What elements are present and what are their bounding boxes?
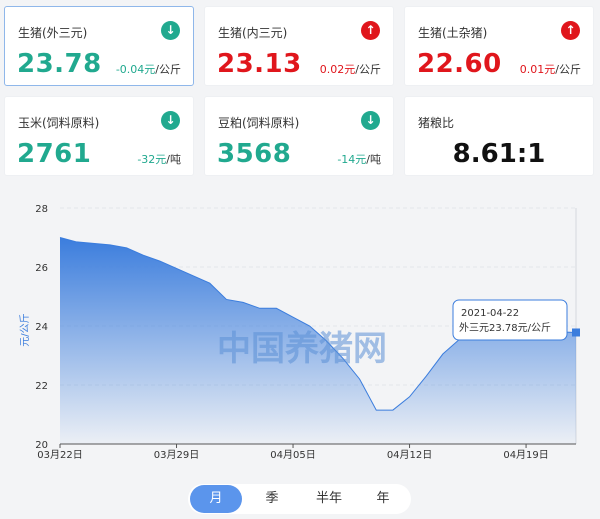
change-unit: /公斤 xyxy=(555,63,581,76)
change-value: -14元 xyxy=(337,153,367,166)
card-price: 22.60 xyxy=(417,49,502,79)
tab-month[interactable]: 月 xyxy=(190,485,242,513)
card-change: 0.01元/公斤 xyxy=(520,61,581,77)
arrow-down-circle-icon: ↓ xyxy=(161,21,180,40)
arrow-down-circle-icon: ↓ xyxy=(161,111,180,130)
y-tick-label: 24 xyxy=(35,322,48,333)
tooltip-box xyxy=(452,299,568,341)
card-corn[interactable]: 玉米(饲料原料) ↓ 2761 -32元/吨 xyxy=(4,96,194,176)
price-chart[interactable]: 20 22 24 26 28 03月22日 03月29日 04月05日 04月12日 04月19日… xyxy=(0,192,600,472)
card-price: 3568 xyxy=(217,139,292,169)
card-name: 玉米(饲料原料) xyxy=(18,116,100,130)
change-unit: /公斤 xyxy=(155,63,181,76)
chart-watermark: 中国养猪网 xyxy=(217,329,387,369)
change-value: 0.01元 xyxy=(519,63,556,76)
tab-half-year[interactable]: 半年 xyxy=(301,485,357,513)
card-tuzazhu[interactable]: 生猪(土杂猪) ↑ 22.60 0.01元/公斤 xyxy=(404,6,594,86)
arrow-down-circle-icon: ↓ xyxy=(361,111,380,130)
change-unit: /公斤 xyxy=(355,63,381,76)
card-name: 生猪(外三元) xyxy=(18,26,88,40)
y-tick-label: 22 xyxy=(35,381,48,392)
change-value: -0.04元 xyxy=(115,63,156,76)
card-soymeal[interactable]: 豆粕(饲料原料) ↓ 3568 -14元/吨 xyxy=(204,96,394,176)
y-tick-label: 26 xyxy=(35,263,48,274)
price-chart-svg: 202224262803月22日 03月29日 04月05日 04月12日 04月19日… xyxy=(19,204,580,461)
card-change: -32元/吨 xyxy=(137,151,181,167)
arrow-up-circle-icon: ↑ xyxy=(361,21,380,40)
card-name: 生猪(土杂猪) xyxy=(418,26,488,40)
card-name: 猪粮比 xyxy=(418,116,455,130)
data-point-marker xyxy=(572,328,580,337)
x-tick-label: 03月22日 xyxy=(37,449,82,461)
arrow-up-circle-icon: ↑ xyxy=(561,21,580,40)
card-change: -14元/吨 xyxy=(337,151,381,167)
x-tick-label: 04月12日 xyxy=(387,449,432,461)
card-waisanyuan[interactable]: 生猪(外三元) ↓ 23.78 -0.04元/公斤 xyxy=(4,6,194,86)
card-name: 豆粕(饲料原料) xyxy=(218,116,300,130)
change-value: -32元 xyxy=(137,153,167,166)
card-price: 23.13 xyxy=(217,49,302,79)
tab-quarter[interactable]: 季 xyxy=(246,485,298,513)
change-value: 0.02元 xyxy=(319,63,356,76)
tab-year[interactable]: 年 xyxy=(358,485,408,513)
card-change: -0.04元/公斤 xyxy=(116,61,181,77)
card-change: 0.02元/公斤 xyxy=(320,61,381,77)
card-neisanyuan[interactable]: 生猪(内三元) ↑ 23.13 0.02元/公斤 xyxy=(204,6,394,86)
x-tick-label: 04月05日 xyxy=(270,449,315,461)
x-tick-label: 03月29日 xyxy=(154,449,199,461)
y-axis-label: 元/公斤 xyxy=(19,313,31,346)
card-price: 2761 xyxy=(17,139,92,169)
x-tick-label: 04月19日 xyxy=(503,449,548,461)
change-unit: /吨 xyxy=(166,153,181,166)
tooltip-date: 2021-04-22 xyxy=(461,308,519,319)
card-name: 生猪(内三元) xyxy=(218,26,288,40)
tooltip-value: 外三元23.78元/公斤 xyxy=(459,322,551,334)
y-tick-label: 28 xyxy=(35,204,48,215)
change-unit: /吨 xyxy=(366,153,381,166)
card-price: 23.78 xyxy=(17,49,102,79)
card-ratio-value: 8.61:1 xyxy=(452,139,546,169)
chart-tooltip-layer: 2021-04-22 外三元23.78元/公斤 xyxy=(452,299,580,341)
period-tabs: 月 季 半年 年 xyxy=(188,484,411,514)
card-pig-grain-ratio[interactable]: 猪粮比 8.61:1 xyxy=(404,96,594,176)
